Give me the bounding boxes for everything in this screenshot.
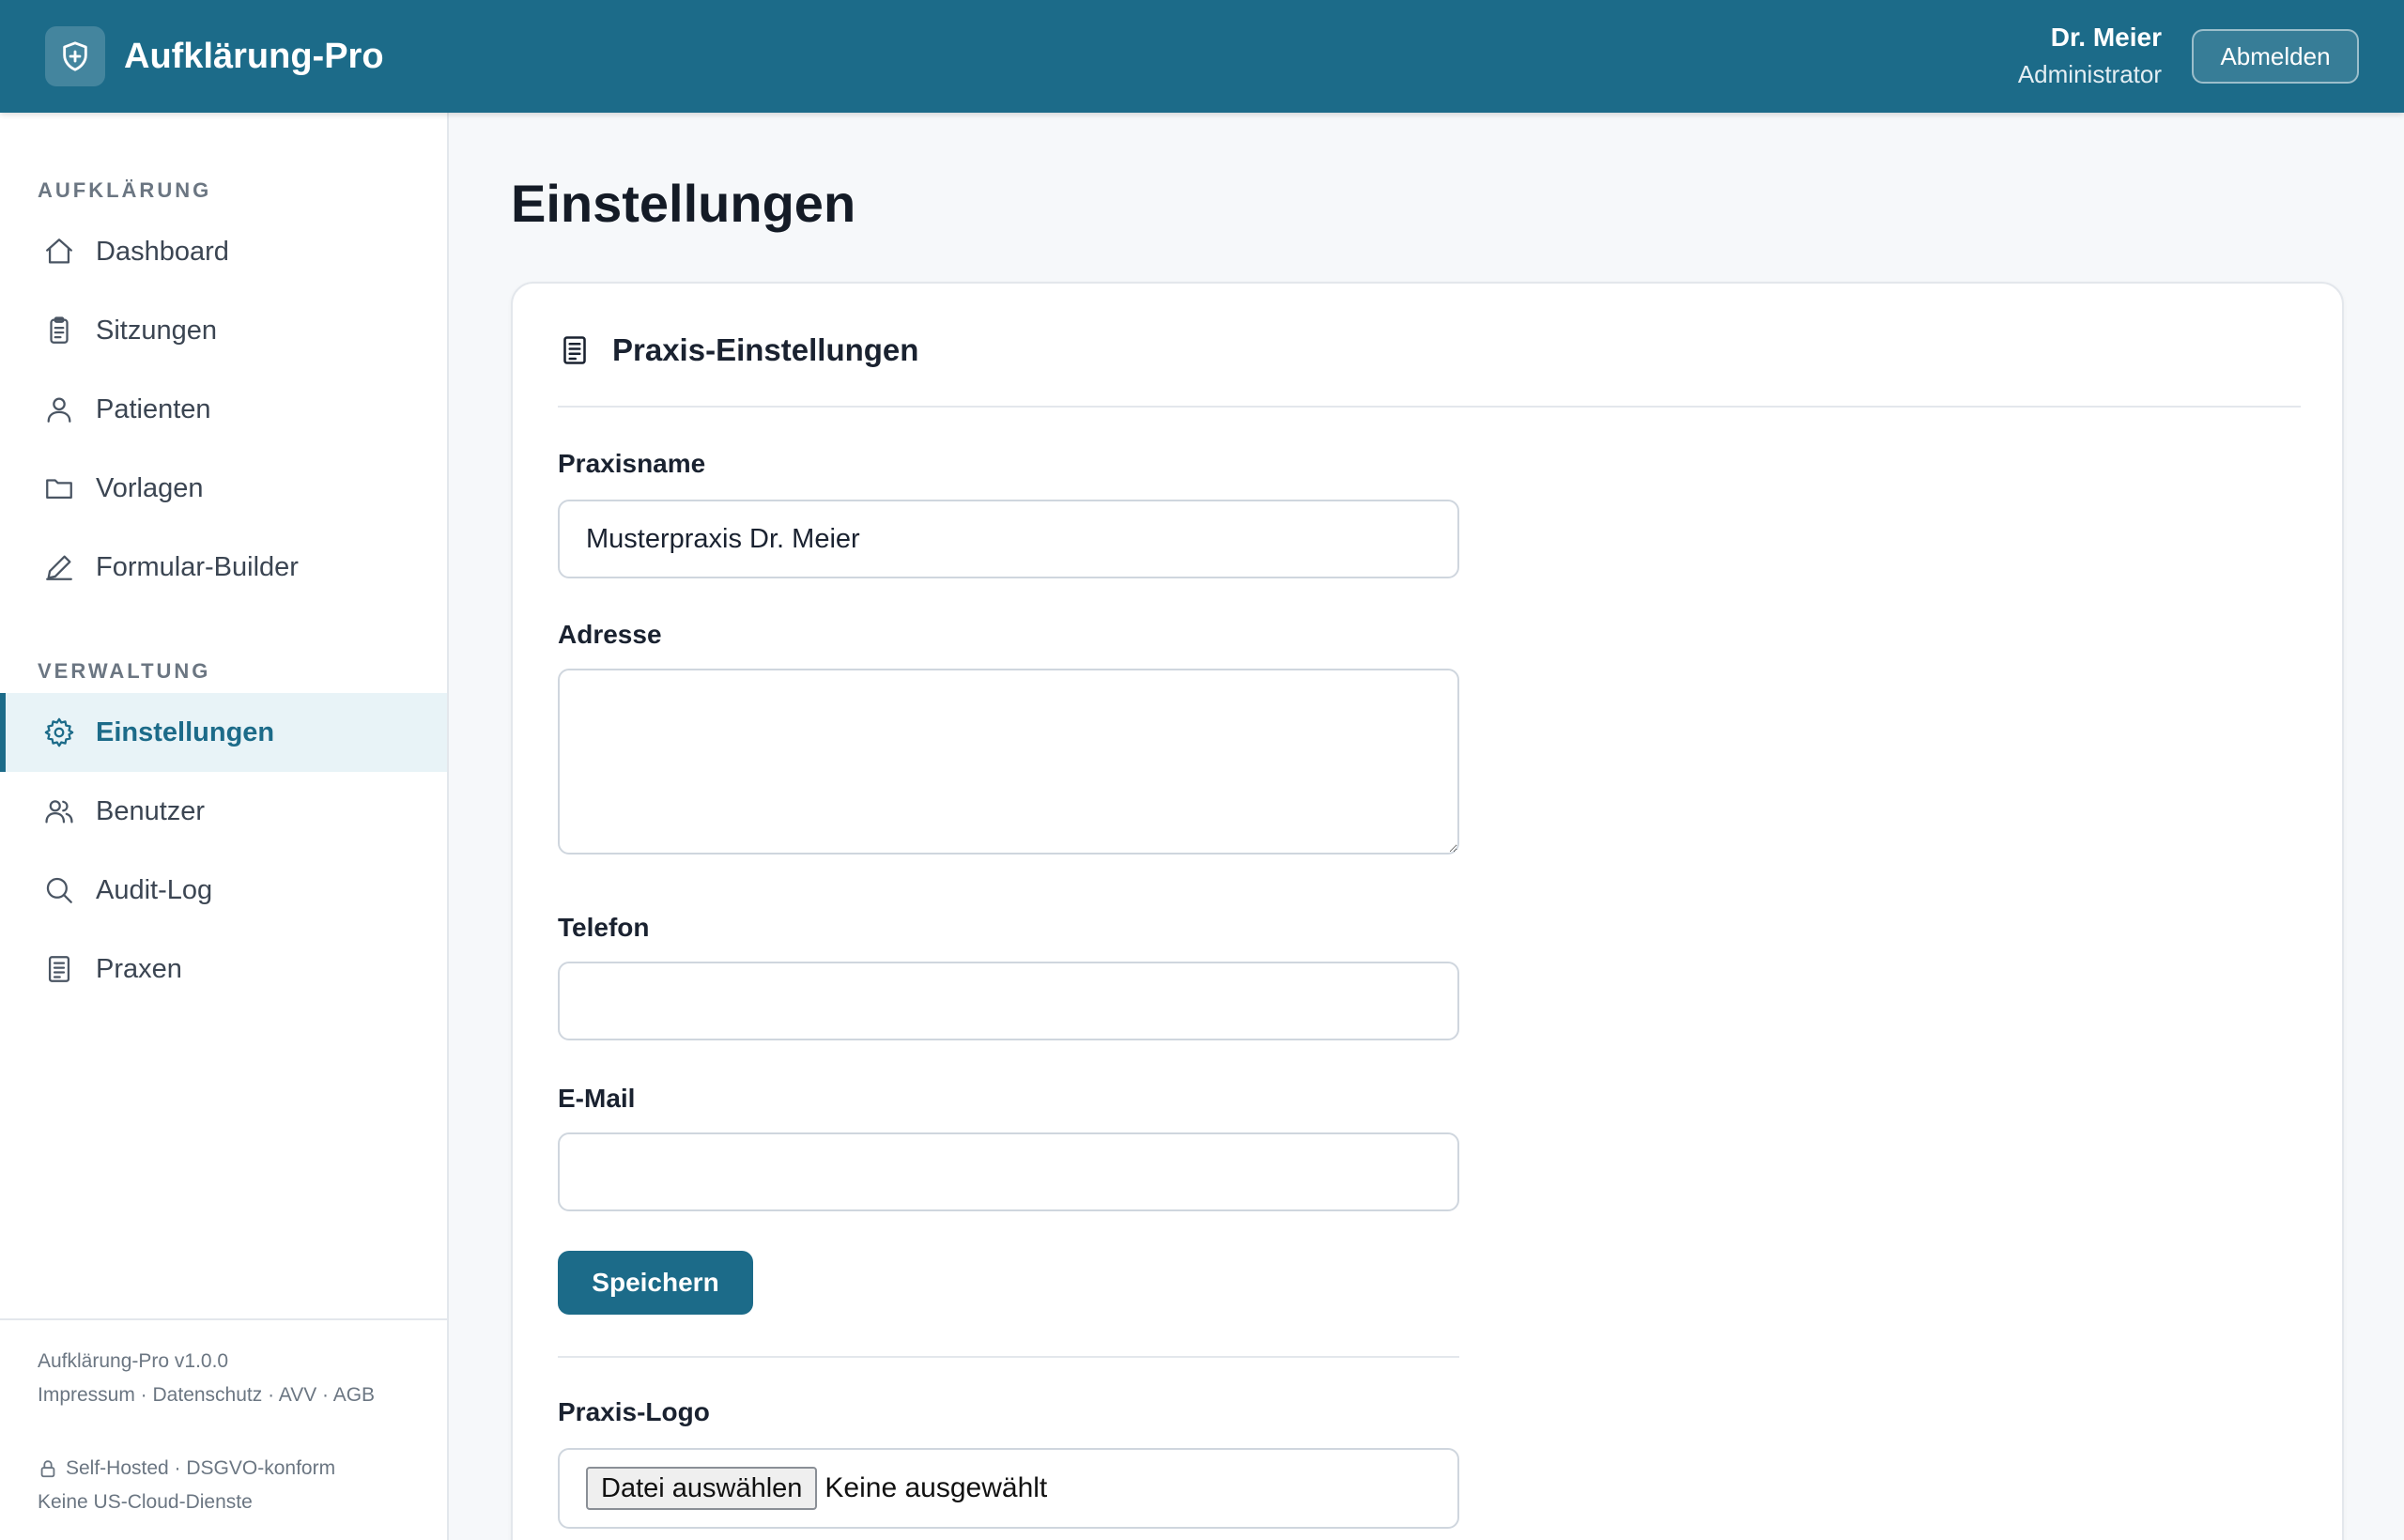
sidebar-item-patienten[interactable]: Patienten xyxy=(0,370,447,449)
lock-icon xyxy=(40,1460,55,1478)
praxisname-input[interactable] xyxy=(558,500,1459,578)
card-title: Praxis-Einstellungen xyxy=(612,332,919,367)
footer-links: Impressum · Datenschutz · AVV · AGB xyxy=(38,1384,376,1406)
sidebar-item-vorlagen[interactable]: Vorlagen xyxy=(0,449,447,528)
settings-card: Praxis-Einstellungen Praxisname Adresse … xyxy=(511,282,2344,1540)
sidebar-item-label: Audit-Log xyxy=(96,874,213,905)
clipboard-icon xyxy=(50,316,69,344)
hosting-label: Self-Hosted · DSGVO-konform xyxy=(66,1457,336,1479)
telefon-label: Telefon xyxy=(558,913,650,942)
top-bar: Aufklärung-Pro Dr. Meier Administrator A… xyxy=(0,0,2404,113)
users-icon xyxy=(45,800,73,824)
section-divider xyxy=(558,1356,1459,1358)
sidebar-item-label: Patienten xyxy=(96,393,211,424)
search-icon xyxy=(46,877,72,903)
sidebar-item-einstellungen[interactable]: Einstellungen xyxy=(0,693,447,772)
app-logo xyxy=(45,26,105,86)
sidebar: AUFKLÄRUNG Dashboard Sitzungen Patienten… xyxy=(0,113,449,1540)
sidebar-item-label: Formular-Builder xyxy=(96,551,299,582)
cloud-note: Keine US-Cloud-Dienste xyxy=(38,1491,253,1513)
praxisname-label: Praxisname xyxy=(558,449,706,478)
user-info: Dr. Meier Administrator xyxy=(2018,20,2162,93)
save-button[interactable]: Speichern xyxy=(558,1251,753,1315)
sidebar-footer: Aufklärung-Pro v1.0.0 Impressum · Datens… xyxy=(0,1318,447,1519)
pen-icon xyxy=(46,555,72,580)
gear-icon xyxy=(44,717,74,747)
hosting-note: Self-Hosted · DSGVO-konform xyxy=(38,1452,447,1486)
sidebar-item-praxen[interactable]: Praxen xyxy=(0,930,447,1009)
card-header: Praxis-Einstellungen xyxy=(558,332,918,368)
nav-section-verwaltung: VERWALTUNG xyxy=(38,659,211,683)
choose-file-button[interactable]: Datei auswählen xyxy=(586,1467,818,1510)
adresse-label: Adresse xyxy=(558,620,662,649)
sidebar-item-label: Sitzungen xyxy=(96,315,217,346)
logout-button[interactable]: Abmelden xyxy=(2192,29,2359,84)
email-input[interactable] xyxy=(558,1132,1459,1211)
main-content: Einstellungen Praxis-Einstellungen Praxi… xyxy=(449,113,2404,1540)
shield-icon xyxy=(63,41,87,71)
user-name: Dr. Meier xyxy=(2050,23,2162,52)
app-version: Aufklärung-Pro v1.0.0 xyxy=(38,1350,229,1372)
sidebar-item-audit-log[interactable]: Audit-Log xyxy=(0,851,447,930)
sidebar-item-sitzungen[interactable]: Sitzungen xyxy=(0,291,447,370)
telefon-input[interactable] xyxy=(558,962,1459,1040)
user-role: Administrator xyxy=(2017,60,2162,88)
document-icon xyxy=(563,336,586,364)
folder-icon xyxy=(46,479,72,500)
sidebar-item-benutzer[interactable]: Benutzer xyxy=(0,772,447,851)
email-label: E-Mail xyxy=(558,1084,636,1113)
nav-section-aufklaerung: AUFKLÄRUNG xyxy=(38,178,212,202)
sidebar-item-label: Vorlagen xyxy=(96,472,204,503)
app-title: Aufklärung-Pro xyxy=(124,36,384,76)
adresse-textarea[interactable] xyxy=(558,669,1459,855)
logo-file-input[interactable]: Datei auswählen Keine ausgewählt xyxy=(558,1448,1459,1529)
sidebar-item-dashboard[interactable]: Dashboard xyxy=(0,212,447,291)
file-status: Keine ausgewählt xyxy=(824,1472,1048,1503)
page-title: Einstellungen xyxy=(511,174,856,233)
document-icon xyxy=(48,956,70,982)
logo-label: Praxis-Logo xyxy=(558,1397,710,1426)
sidebar-item-formular-builder[interactable]: Formular-Builder xyxy=(0,528,447,607)
sidebar-item-label: Benutzer xyxy=(96,795,206,826)
sidebar-item-label: Praxen xyxy=(96,953,182,984)
sidebar-item-label: Dashboard xyxy=(96,236,229,267)
home-icon xyxy=(46,239,72,264)
user-icon xyxy=(47,397,71,423)
card-divider xyxy=(558,406,2301,408)
sidebar-item-label: Einstellungen xyxy=(96,716,275,747)
